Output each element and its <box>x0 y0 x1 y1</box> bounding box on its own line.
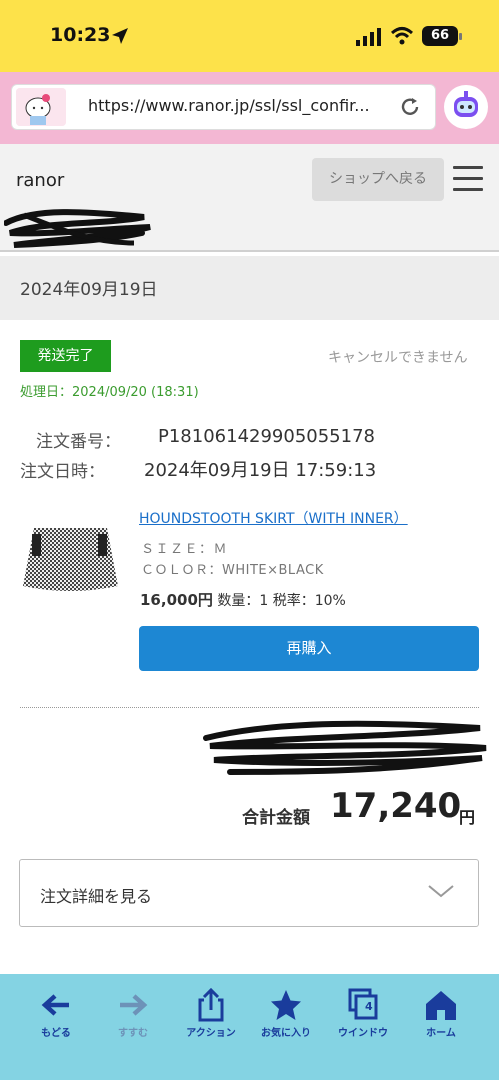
redacted-subtotals <box>203 720 487 775</box>
share-button[interactable]: アクション <box>176 988 246 1039</box>
rebuy-button[interactable]: 再購入 <box>139 626 479 671</box>
window-count: 4 <box>365 1000 373 1013</box>
chevron-down-icon[interactable] <box>427 883 455 899</box>
location-arrow-icon <box>112 28 128 44</box>
hamburger-menu-icon[interactable] <box>453 166 483 192</box>
forward-label: すすむ <box>118 1028 148 1039</box>
cellular-signal-icon <box>356 28 381 46</box>
cancel-note: キャンセルできません <box>328 350 468 366</box>
order-details-label: 注文詳細を見る <box>40 887 153 906</box>
back-arrow-icon <box>41 994 69 1016</box>
share-label: アクション <box>186 1028 236 1039</box>
clock: 10:23 <box>50 24 111 46</box>
reload-icon[interactable] <box>399 96 421 118</box>
status-badge: 発送完了 <box>20 340 111 372</box>
hello-kitty-icon[interactable] <box>16 88 66 126</box>
windows-button[interactable]: 4 ウインドウ <box>328 988 398 1039</box>
divider <box>20 707 479 708</box>
share-icon <box>198 988 224 1022</box>
product-qty-tax: 数量：1 税率：10% <box>217 593 346 609</box>
wifi-icon <box>390 27 414 45</box>
back-to-shop-button[interactable]: ショップへ戻る <box>312 158 444 201</box>
battery-icon: 66 <box>422 26 462 46</box>
product-color: ＣＯＬＯＲ：WHITE×BLACK <box>141 563 324 578</box>
order-number-value: P181061429905055178 <box>158 426 375 447</box>
windows-icon <box>348 988 378 1020</box>
favorites-button[interactable]: お気に入り <box>251 988 321 1039</box>
back-label: もどる <box>41 1028 71 1039</box>
total-label: 合計金額 <box>242 808 310 828</box>
favorites-label: お気に入り <box>261 1028 311 1039</box>
windows-label: ウインドウ <box>338 1028 388 1039</box>
product-price-line: 16,000円 数量：1 税率：10% <box>140 589 346 610</box>
assistant-bot-icon[interactable] <box>444 85 488 129</box>
redacted-name <box>4 209 151 248</box>
processed-date: 処理日：2024/09/20 (18:31) <box>20 385 199 400</box>
total-amount: 17,240 <box>330 786 462 826</box>
product-price: 16,000円 <box>140 591 213 609</box>
total-unit: 円 <box>459 808 476 827</box>
star-icon <box>271 990 301 1020</box>
order-datetime-value: 2024年09月19日 17:59:13 <box>144 460 377 481</box>
order-number-label: 注文番号： <box>36 432 121 452</box>
url-text[interactable]: https://www.ranor.jp/ssl/ssl_confir... <box>88 96 383 115</box>
forward-arrow-icon <box>120 994 148 1016</box>
product-size: ＳＩＺＥ：Ｍ <box>141 542 229 557</box>
back-button[interactable]: もどる <box>21 988 91 1039</box>
home-icon <box>426 991 456 1020</box>
product-name-link[interactable]: HOUNDSTOOTH SKIRT（WITH INNER） <box>139 508 408 528</box>
forward-button[interactable]: すすむ <box>98 988 168 1039</box>
order-date-heading: 2024年09月19日 <box>20 280 158 300</box>
product-image[interactable] <box>20 522 121 594</box>
home-label: ホーム <box>426 1028 456 1039</box>
home-button[interactable]: ホーム <box>406 988 476 1039</box>
brand-logo[interactable]: ranor <box>16 170 64 191</box>
order-datetime-label: 注文日時： <box>20 462 105 482</box>
order-date-band: 2024年09月19日 <box>0 256 499 320</box>
